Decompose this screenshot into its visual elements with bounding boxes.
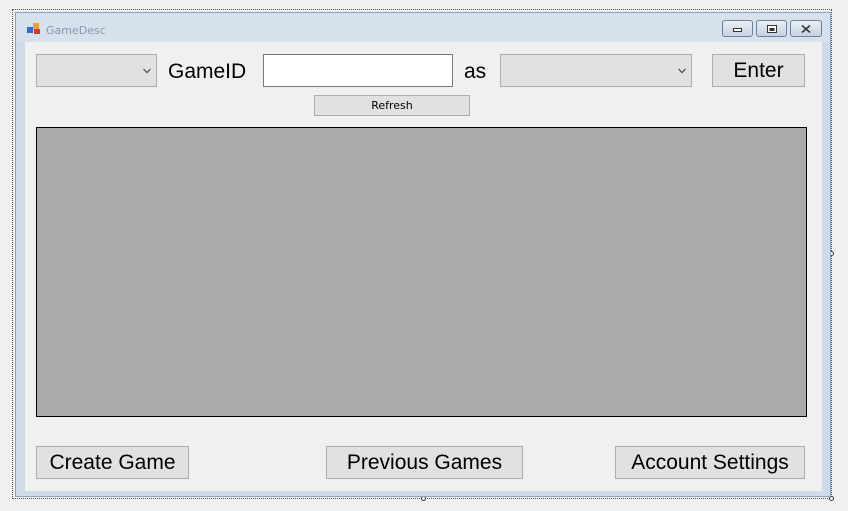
app-icon [27,23,40,34]
close-button[interactable] [790,20,822,37]
refresh-button[interactable]: Refresh [314,95,470,116]
form-client-area: GameID as Enter Refresh Create Game Prev… [25,42,822,491]
minimize-icon [733,27,742,32]
close-icon [801,24,811,33]
window-title: GameDesc [46,24,106,37]
account-settings-button-label: Account Settings [631,450,789,474]
account-settings-button[interactable]: Account Settings [615,446,805,479]
title-bar: GameDesc [16,13,830,42]
create-game-button[interactable]: Create Game [36,446,189,479]
previous-games-button[interactable]: Previous Games [326,446,523,479]
create-game-button-label: Create Game [49,450,176,474]
previous-games-button-label: Previous Games [346,450,503,474]
enter-button-label: Enter [733,58,784,82]
maximize-icon [766,24,777,33]
as-label: as [464,60,487,83]
refresh-button-label: Refresh [371,99,413,112]
enter-button[interactable]: Enter [712,54,805,87]
as-combobox[interactable] [500,54,692,87]
minimize-button[interactable] [722,20,753,37]
chevron-down-icon [143,68,151,73]
chevron-down-icon [678,68,686,73]
maximize-button[interactable] [756,20,787,37]
game-content-panel [36,127,807,417]
game-desc-window: GameDesc GameID as Enter Refresh Create … [15,12,831,497]
left-combobox[interactable] [36,54,157,87]
gameid-input[interactable] [263,54,453,87]
gameid-label: GameID [168,60,247,83]
